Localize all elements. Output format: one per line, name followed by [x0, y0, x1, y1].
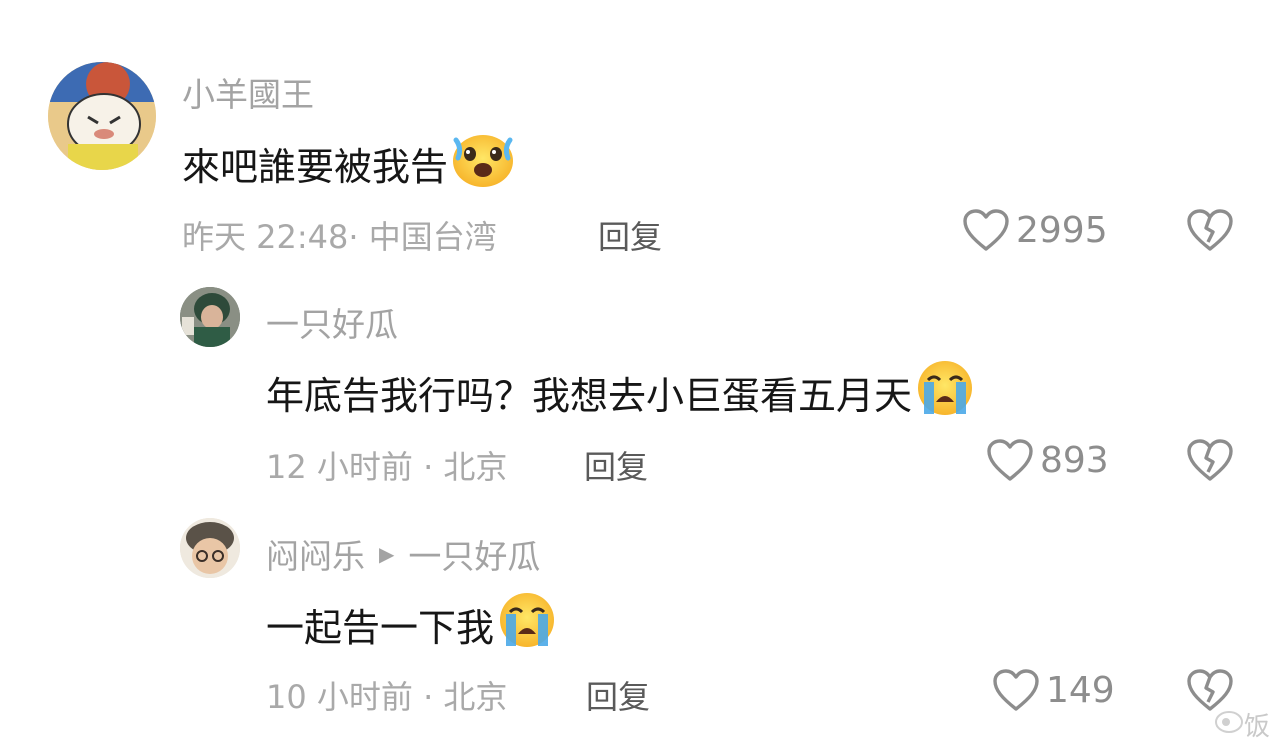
like-count: 149 — [1046, 669, 1115, 711]
comment-item: 小羊國王 來吧誰要被我告 昨天 22:48· 中国台湾 回复 2995 — [0, 0, 1284, 260]
watermark: 饭 — [1214, 706, 1270, 743]
crying-emoji-icon — [498, 592, 556, 657]
avatar[interactable] — [180, 518, 240, 578]
username[interactable]: 小羊國王 — [182, 68, 314, 116]
watermark-logo-icon — [1214, 708, 1244, 741]
broken-heart-icon — [1187, 209, 1233, 251]
comment-text: 來吧誰要被我告 — [182, 130, 514, 197]
comment-text-label: 年底告我行吗？我想去小巨蛋看五月天 — [266, 374, 913, 418]
comment-meta: 昨天 22:48· 中国台湾 — [182, 218, 497, 256]
like-button[interactable]: 149 — [992, 668, 1115, 712]
username-label[interactable]: 小羊國王 — [182, 68, 314, 116]
like-button[interactable]: 2995 — [962, 208, 1108, 252]
reply-item: 一只好瓜 年底告我行吗？我想去小巨蛋看五月天 12 小时前 · 北京 回复 89… — [0, 260, 1284, 490]
crying-emoji-icon — [916, 360, 974, 425]
heart-icon — [993, 669, 1039, 711]
heart-icon — [963, 209, 1009, 251]
like-button[interactable]: 893 — [986, 438, 1109, 482]
comment-meta: 12 小时前 · 北京 — [266, 448, 508, 486]
broken-heart-icon — [1187, 439, 1233, 481]
reply-button[interactable]: 回复 — [586, 672, 650, 718]
dislike-button[interactable] — [1186, 438, 1234, 486]
heart-icon — [987, 439, 1033, 481]
watermark-text: 饭 — [1243, 712, 1270, 742]
username[interactable]: 一只好瓜 — [266, 298, 398, 346]
reply-button[interactable]: 回复 — [584, 442, 648, 488]
avatar[interactable] — [48, 62, 156, 170]
comment-text: 年底告我行吗？我想去小巨蛋看五月天 — [266, 360, 974, 425]
comment-text: 一起告一下我 — [266, 592, 556, 657]
reply-item: 闷闷乐 ▶ 一只好瓜 一起告一下我 10 小时前 · 北京 回复 149 — [0, 490, 1284, 755]
reply-to-label[interactable]: 一只好瓜 — [408, 530, 540, 578]
comment-meta: 10 小时前 · 北京 — [266, 678, 508, 716]
comment-text-label: 來吧誰要被我告 — [182, 145, 449, 189]
username-label[interactable]: 闷闷乐 — [266, 530, 365, 578]
dislike-button[interactable] — [1186, 208, 1234, 256]
username[interactable]: 闷闷乐 ▶ 一只好瓜 — [266, 530, 540, 578]
play-arrow-icon: ▶ — [379, 542, 395, 566]
avatar[interactable] — [180, 287, 240, 347]
cold-sweat-emoji-icon — [452, 130, 514, 197]
comment-text-label: 一起告一下我 — [266, 606, 495, 650]
reply-button[interactable]: 回复 — [598, 212, 662, 258]
like-count: 2995 — [1016, 209, 1108, 251]
username-label[interactable]: 一只好瓜 — [266, 298, 398, 346]
like-count: 893 — [1040, 439, 1109, 481]
